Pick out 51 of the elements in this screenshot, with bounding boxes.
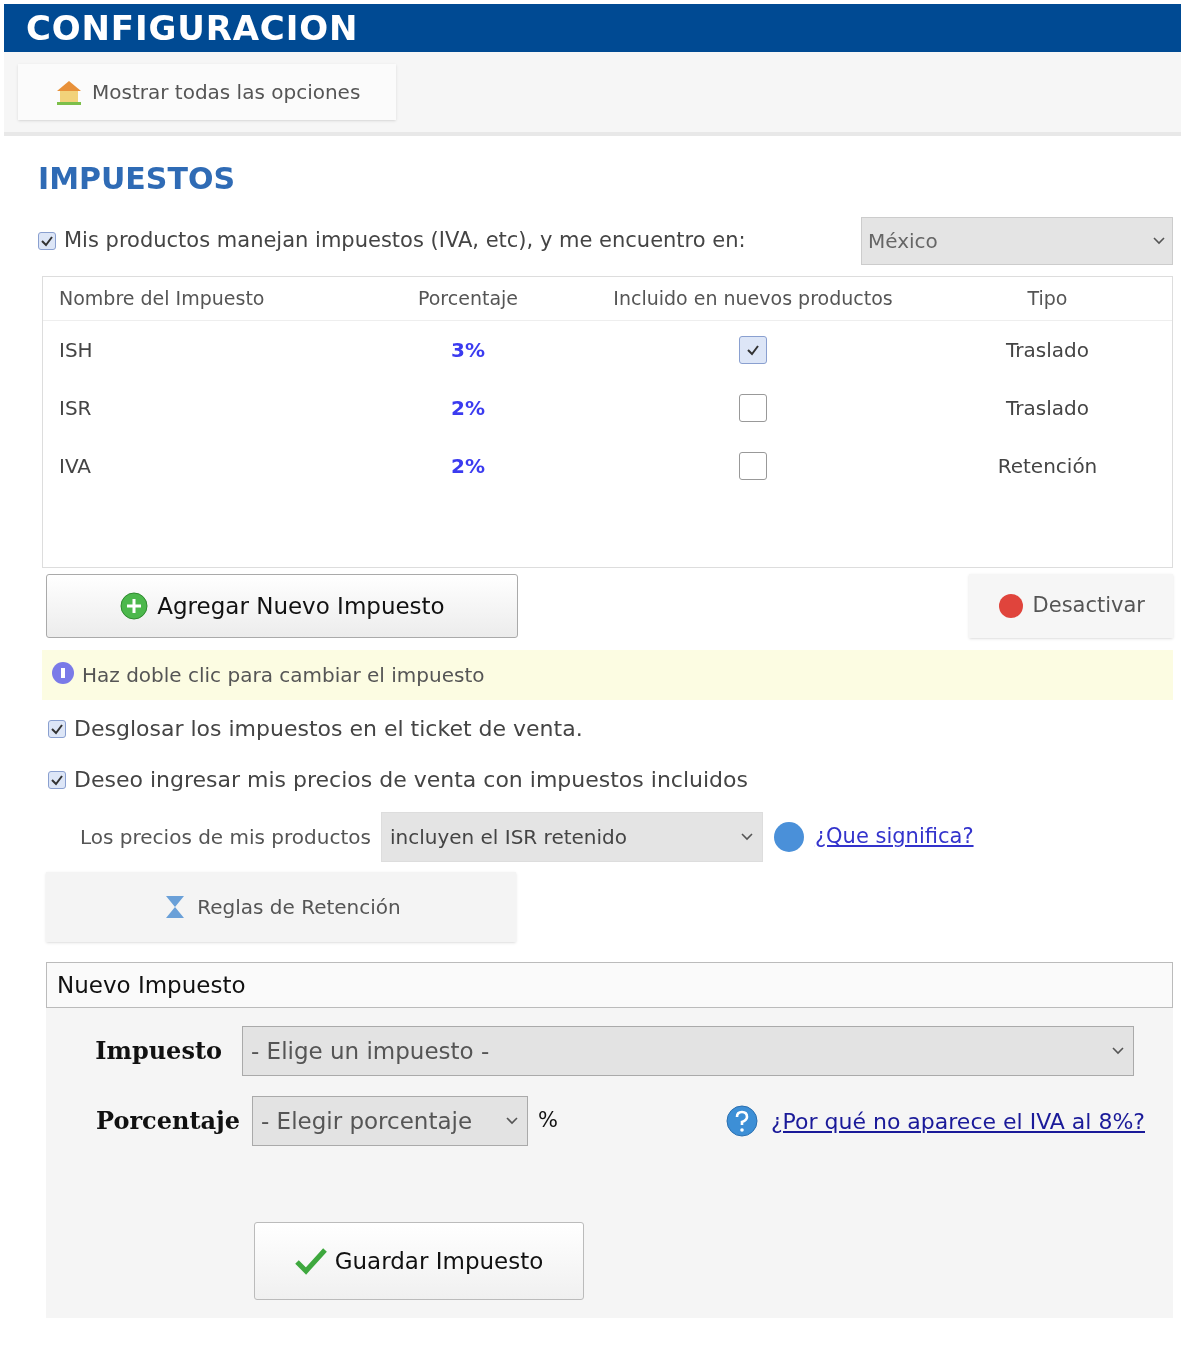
table-cell-text: ISH — [58, 337, 94, 364]
field-label: Porcentaje — [95, 1105, 241, 1137]
stop-icon — [996, 592, 1025, 620]
checkbox-label: Deseo ingresar mis precios de venta con impuestos incluidos — [74, 766, 748, 794]
caret-icon — [505, 1116, 519, 1126]
tax-select[interactable]: - Elige un impuesto - — [242, 1026, 1134, 1076]
check-icon — [40, 234, 54, 248]
table-cell-text: 2% — [450, 453, 486, 480]
help-icon — [724, 1104, 759, 1138]
window-title: CONFIGURACION — [26, 6, 359, 50]
field-label: Impuesto — [94, 1035, 223, 1067]
table-cell-text: 2% — [450, 395, 486, 422]
percent-select[interactable]: - Elegir porcentaje — [252, 1096, 528, 1146]
checkbox-label: Mis productos manejan impuestos (IVA, etc), y me encuentro en: — [64, 227, 746, 255]
checkbox[interactable] — [48, 770, 66, 789]
table-cell-text: IVA — [58, 453, 92, 480]
hint-text: Haz doble clic para cambiar el impuesto — [82, 662, 485, 689]
column-header: Porcentaje — [416, 286, 519, 312]
caret-icon — [1152, 236, 1166, 246]
retention-rules-button[interactable]: Reglas de Retención — [46, 872, 516, 942]
table-cell-text: Traslado — [1005, 337, 1090, 364]
add-tax-button[interactable]: Agregar Nuevo Impuesto — [46, 574, 518, 638]
checkbox[interactable] — [739, 394, 767, 422]
check-icon — [294, 1247, 327, 1275]
checkbox[interactable] — [38, 232, 56, 250]
price-mode-select[interactable]: incluyen el ISR retenido — [380, 812, 763, 862]
field-label: Los precios de mis productos — [80, 824, 371, 851]
plus-icon — [119, 591, 150, 621]
table-cell-text: Traslado — [1005, 395, 1090, 422]
percent-sign: % — [538, 1107, 558, 1135]
section-title: IMPUESTOS — [38, 164, 237, 194]
column-header: Incluido en nuevos productos — [612, 286, 894, 312]
checkbox[interactable] — [739, 452, 767, 480]
table-cell-text: 3% — [450, 337, 486, 364]
save-tax-button[interactable]: Guardar Impuesto — [254, 1222, 584, 1300]
caret-icon — [1111, 1046, 1125, 1056]
show-all-button[interactable]: Mostrar todas las opciones — [18, 64, 397, 120]
checkbox[interactable] — [48, 719, 66, 738]
column-header: Tipo — [1026, 286, 1069, 312]
checkbox[interactable] — [739, 336, 767, 364]
help-link[interactable]: ¿Que significa? — [814, 821, 974, 853]
panel-title: Nuevo Impuesto — [46, 962, 1173, 1008]
checkbox-label: Desglosar los impuestos en el ticket de venta. — [74, 715, 583, 743]
caret-icon — [739, 832, 754, 842]
column-header: Nombre del Impuesto — [58, 286, 266, 312]
table-cell-text: Retención — [996, 453, 1099, 480]
table-cell-text: ISR — [58, 395, 93, 422]
deactivate-button[interactable]: Desactivar — [968, 574, 1173, 638]
country-select[interactable]: México — [861, 217, 1173, 265]
check-icon — [746, 343, 760, 357]
help-link[interactable]: ¿Por qué no aparece el IVA al 8%? — [770, 1104, 1145, 1138]
